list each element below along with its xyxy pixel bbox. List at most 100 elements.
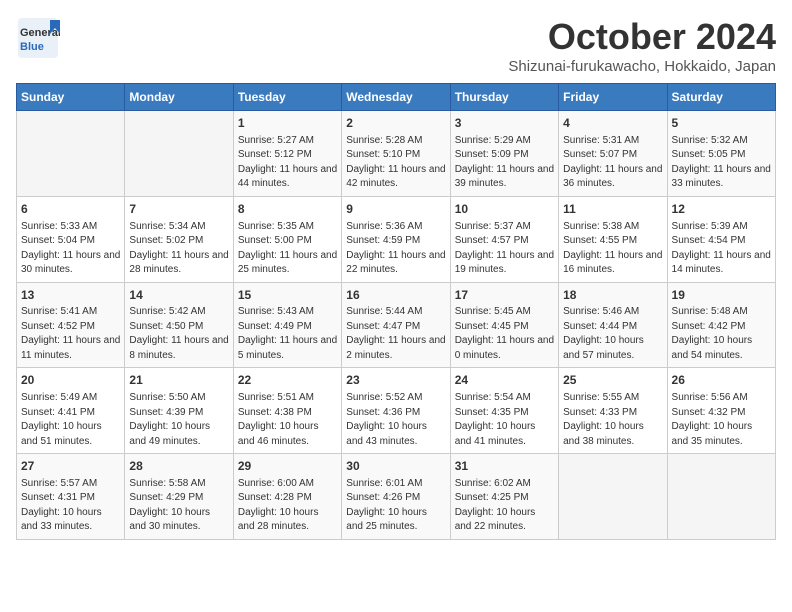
- day-content: Sunrise: 6:02 AM Sunset: 4:25 PM Dayligh…: [455, 477, 554, 535]
- day-content: Sunrise: 5:28 AM Sunset: 5:10 PM Dayligh…: [346, 134, 445, 192]
- day-number: 9: [346, 201, 445, 218]
- day-number: 23: [346, 372, 445, 389]
- calendar-cell: [17, 111, 125, 197]
- day-content: Sunrise: 5:34 AM Sunset: 5:02 PM Dayligh…: [129, 220, 228, 278]
- day-number: 30: [346, 458, 445, 475]
- day-content: Sunrise: 5:56 AM Sunset: 4:32 PM Dayligh…: [672, 391, 771, 449]
- weekday-header-saturday: Saturday: [667, 84, 775, 111]
- calendar-body: 1Sunrise: 5:27 AM Sunset: 5:12 PM Daylig…: [17, 111, 776, 540]
- calendar-cell: 27 Sunrise: 5:57 AM Sunset: 4:31 PM Dayli…: [17, 454, 125, 540]
- day-content: Sunrise: 5:31 AM Sunset: 5:07 PM Dayligh…: [563, 134, 662, 192]
- calendar-week-row: 27 Sunrise: 5:57 AM Sunset: 4:31 PM Dayli…: [17, 454, 776, 540]
- calendar-cell: 28 Sunrise: 5:58 AM Sunset: 4:29 PM Dayli…: [125, 454, 233, 540]
- day-content: Sunrise: 5:48 AM Sunset: 4:42 PM Dayligh…: [672, 305, 771, 363]
- day-number: 27: [21, 458, 120, 475]
- calendar-cell: 16Sunrise: 5:44 AM Sunset: 4:47 PM Dayli…: [342, 282, 450, 368]
- weekday-header-friday: Friday: [559, 84, 667, 111]
- calendar-cell: 10 Sunrise: 5:37 AM Sunset: 4:57 PM Dayli…: [450, 196, 558, 282]
- calendar-cell: 24 Sunrise: 5:54 AM Sunset: 4:35 PM Dayli…: [450, 368, 558, 454]
- day-content: Sunrise: 5:43 AM Sunset: 4:49 PM Dayligh…: [238, 305, 337, 363]
- day-content: Sunrise: 5:55 AM Sunset: 4:33 PM Dayligh…: [563, 391, 662, 449]
- day-number: 6: [21, 201, 120, 218]
- day-content: Sunrise: 5:35 AM Sunset: 5:00 PM Dayligh…: [238, 220, 337, 278]
- day-number: 11: [563, 201, 662, 218]
- day-number: 18: [563, 287, 662, 304]
- calendar-cell: 20 Sunrise: 5:49 AM Sunset: 4:41 PM Dayli…: [17, 368, 125, 454]
- weekday-header-wednesday: Wednesday: [342, 84, 450, 111]
- day-content: Sunrise: 5:50 AM Sunset: 4:39 PM Dayligh…: [129, 391, 228, 449]
- calendar-cell: [125, 111, 233, 197]
- day-number: 17: [455, 287, 554, 304]
- calendar-cell: 26 Sunrise: 5:56 AM Sunset: 4:32 PM Dayli…: [667, 368, 775, 454]
- day-content: Sunrise: 5:41 AM Sunset: 4:52 PM Dayligh…: [21, 305, 120, 363]
- day-number: 12: [672, 201, 771, 218]
- logo-icon: General Blue: [16, 16, 60, 60]
- weekday-header-monday: Monday: [125, 84, 233, 111]
- day-content: Sunrise: 5:33 AM Sunset: 5:04 PM Dayligh…: [21, 220, 120, 278]
- calendar-cell: 8 Sunrise: 5:35 AM Sunset: 5:00 PM Daylig…: [233, 196, 341, 282]
- day-number: 16: [346, 287, 445, 304]
- day-number: 22: [238, 372, 337, 389]
- day-content: Sunrise: 5:57 AM Sunset: 4:31 PM Dayligh…: [21, 477, 120, 535]
- weekday-header-sunday: Sunday: [17, 84, 125, 111]
- day-content: Sunrise: 5:49 AM Sunset: 4:41 PM Dayligh…: [21, 391, 120, 449]
- calendar-table: SundayMondayTuesdayWednesdayThursdayFrid…: [16, 83, 776, 540]
- day-number: 24: [455, 372, 554, 389]
- calendar-cell: 22Sunrise: 5:51 AM Sunset: 4:38 PM Dayli…: [233, 368, 341, 454]
- calendar-week-row: 1Sunrise: 5:27 AM Sunset: 5:12 PM Daylig…: [17, 111, 776, 197]
- calendar-week-row: 13Sunrise: 5:41 AM Sunset: 4:52 PM Dayli…: [17, 282, 776, 368]
- day-content: Sunrise: 5:29 AM Sunset: 5:09 PM Dayligh…: [455, 134, 554, 192]
- calendar-cell: [559, 454, 667, 540]
- calendar-cell: 23 Sunrise: 5:52 AM Sunset: 4:36 PM Dayli…: [342, 368, 450, 454]
- calendar-cell: 19Sunrise: 5:48 AM Sunset: 4:42 PM Dayli…: [667, 282, 775, 368]
- day-content: Sunrise: 5:52 AM Sunset: 4:36 PM Dayligh…: [346, 391, 445, 449]
- calendar-cell: [667, 454, 775, 540]
- day-content: Sunrise: 5:27 AM Sunset: 5:12 PM Dayligh…: [238, 134, 337, 192]
- calendar-cell: 29 Sunrise: 6:00 AM Sunset: 4:28 PM Dayli…: [233, 454, 341, 540]
- day-number: 26: [672, 372, 771, 389]
- day-content: Sunrise: 5:37 AM Sunset: 4:57 PM Dayligh…: [455, 220, 554, 278]
- day-number: 2: [346, 115, 445, 132]
- day-number: 31: [455, 458, 554, 475]
- day-number: 25: [563, 372, 662, 389]
- day-number: 7: [129, 201, 228, 218]
- day-content: Sunrise: 5:46 AM Sunset: 4:44 PM Dayligh…: [563, 305, 662, 363]
- calendar-cell: 15Sunrise: 5:43 AM Sunset: 4:49 PM Dayli…: [233, 282, 341, 368]
- day-content: Sunrise: 5:44 AM Sunset: 4:47 PM Dayligh…: [346, 305, 445, 363]
- calendar-cell: 3Sunrise: 5:29 AM Sunset: 5:09 PM Daylig…: [450, 111, 558, 197]
- day-content: Sunrise: 6:01 AM Sunset: 4:26 PM Dayligh…: [346, 477, 445, 535]
- location-subtitle: Shizunai-furukawacho, Hokkaido, Japan: [508, 58, 776, 75]
- day-number: 20: [21, 372, 120, 389]
- calendar-cell: 6 Sunrise: 5:33 AM Sunset: 5:04 PM Daylig…: [17, 196, 125, 282]
- calendar-cell: 7 Sunrise: 5:34 AM Sunset: 5:02 PM Daylig…: [125, 196, 233, 282]
- day-content: Sunrise: 5:45 AM Sunset: 4:45 PM Dayligh…: [455, 305, 554, 363]
- weekday-header-thursday: Thursday: [450, 84, 558, 111]
- calendar-cell: 5 Sunrise: 5:32 AM Sunset: 5:05 PM Daylig…: [667, 111, 775, 197]
- calendar-week-row: 6 Sunrise: 5:33 AM Sunset: 5:04 PM Daylig…: [17, 196, 776, 282]
- calendar-cell: 13Sunrise: 5:41 AM Sunset: 4:52 PM Dayli…: [17, 282, 125, 368]
- svg-text:Blue: Blue: [20, 41, 44, 53]
- day-content: Sunrise: 5:54 AM Sunset: 4:35 PM Dayligh…: [455, 391, 554, 449]
- page-header: General Blue October 2024 Shizunai-furuk…: [16, 16, 776, 75]
- day-content: Sunrise: 5:38 AM Sunset: 4:55 PM Dayligh…: [563, 220, 662, 278]
- day-number: 5: [672, 115, 771, 132]
- day-content: Sunrise: 5:58 AM Sunset: 4:29 PM Dayligh…: [129, 477, 228, 535]
- calendar-cell: 12Sunrise: 5:39 AM Sunset: 4:54 PM Dayli…: [667, 196, 775, 282]
- day-number: 14: [129, 287, 228, 304]
- day-number: 10: [455, 201, 554, 218]
- day-number: 8: [238, 201, 337, 218]
- calendar-cell: 4 Sunrise: 5:31 AM Sunset: 5:07 PM Daylig…: [559, 111, 667, 197]
- calendar-cell: 9 Sunrise: 5:36 AM Sunset: 4:59 PM Daylig…: [342, 196, 450, 282]
- calendar-cell: 18Sunrise: 5:46 AM Sunset: 4:44 PM Dayli…: [559, 282, 667, 368]
- day-content: Sunrise: 5:32 AM Sunset: 5:05 PM Dayligh…: [672, 134, 771, 192]
- day-number: 4: [563, 115, 662, 132]
- day-number: 28: [129, 458, 228, 475]
- day-content: Sunrise: 5:36 AM Sunset: 4:59 PM Dayligh…: [346, 220, 445, 278]
- day-content: Sunrise: 5:42 AM Sunset: 4:50 PM Dayligh…: [129, 305, 228, 363]
- calendar-cell: 1Sunrise: 5:27 AM Sunset: 5:12 PM Daylig…: [233, 111, 341, 197]
- calendar-cell: 2 Sunrise: 5:28 AM Sunset: 5:10 PM Daylig…: [342, 111, 450, 197]
- day-number: 21: [129, 372, 228, 389]
- calendar-cell: 21 Sunrise: 5:50 AM Sunset: 4:39 PM Dayli…: [125, 368, 233, 454]
- day-content: Sunrise: 6:00 AM Sunset: 4:28 PM Dayligh…: [238, 477, 337, 535]
- day-number: 29: [238, 458, 337, 475]
